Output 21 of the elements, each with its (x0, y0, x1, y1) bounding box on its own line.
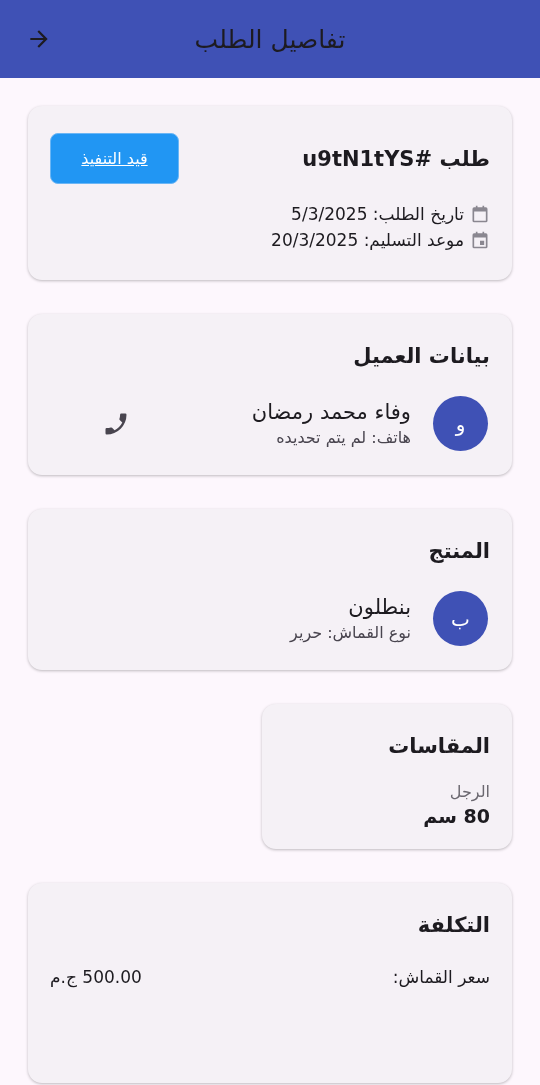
phone-text: هاتف: لم يتم تحديده (275, 428, 411, 447)
avatar: ب (433, 591, 488, 646)
section-heading: المنتج (427, 539, 490, 563)
cost-value: 500.00 ج.م (50, 967, 142, 987)
section-heading: التكلفة (416, 913, 490, 937)
avatar: و (433, 396, 488, 451)
customer-name: وفاء محمد رمضان (251, 400, 411, 424)
section-heading: المقاسات (387, 734, 490, 758)
measurement-label: الرجل (448, 782, 490, 801)
calendar-icon (470, 204, 490, 224)
order-title: طلب #u9tN1tYS (302, 146, 490, 171)
screen-title: تفاصيل الطلب (194, 24, 346, 54)
fabric-text: نوع القماش: حرير (290, 623, 411, 642)
cost-label: سعر القماش: (392, 967, 490, 987)
calendar-icon (470, 230, 490, 250)
status-button[interactable]: قيد التنفيذ (50, 133, 179, 184)
product-name: بنطلون (347, 595, 411, 619)
date-text: موعد التسليم: 20/3/2025 (271, 230, 464, 250)
date-text: تاريخ الطلب: 5/3/2025 (291, 204, 464, 224)
measurement-value: 80 سم (422, 805, 490, 827)
section-heading: بيانات العميل (352, 344, 490, 368)
